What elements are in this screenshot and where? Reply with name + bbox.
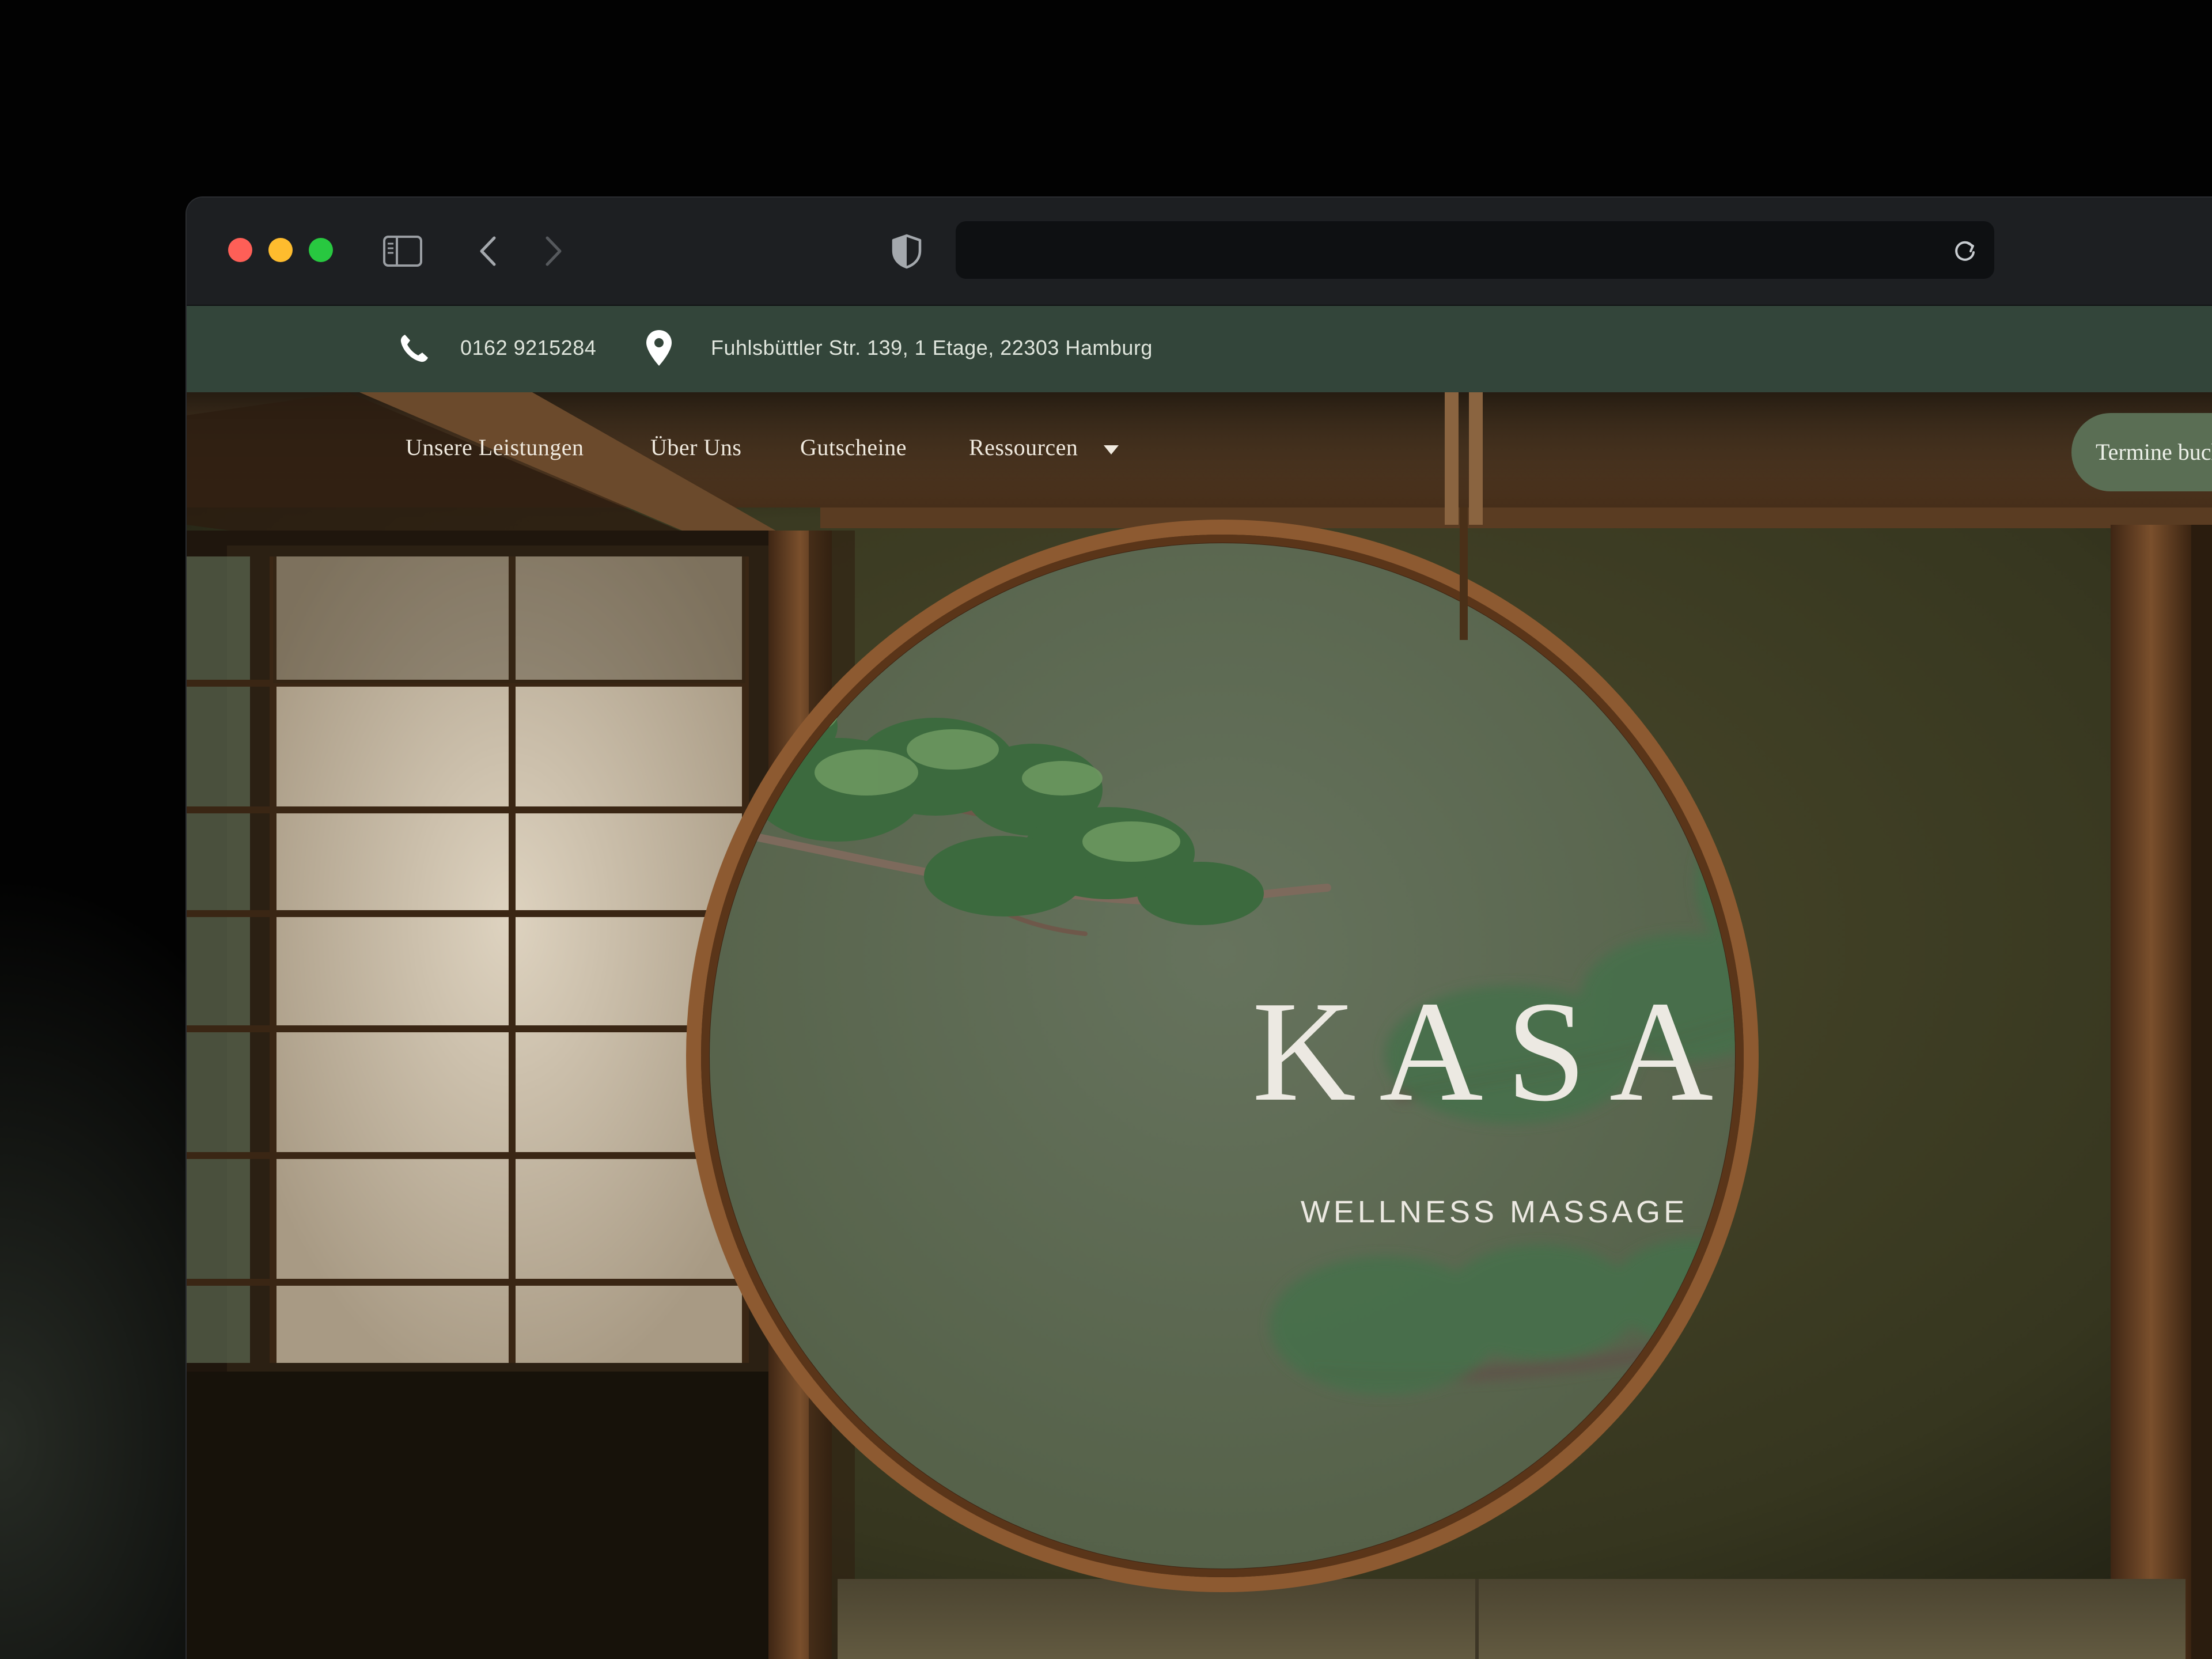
browser-toolbar xyxy=(187,198,2212,306)
contact-bar: 0162 9215284 Fuhlsbüttler Str. 139, 1 Et… xyxy=(187,306,2212,392)
hero-background-image xyxy=(187,392,2212,1659)
nav-item-unsere-leistungen[interactable]: Unsere Leistungen xyxy=(406,434,584,461)
brand-logo-title: KASA xyxy=(1252,972,1737,1131)
phone-icon xyxy=(400,335,428,362)
address-text[interactable]: Fuhlsbüttler Str. 139, 1 Etage, 22303 Ha… xyxy=(711,336,1153,360)
nav-item-gutscheine[interactable]: Gutscheine xyxy=(800,434,907,461)
shield-icon[interactable] xyxy=(887,231,927,271)
book-appointment-button[interactable]: Termine buchen xyxy=(2071,413,2212,491)
backdrop: 0162 9215284 Fuhlsbüttler Str. 139, 1 Et… xyxy=(0,0,2212,1659)
caret-down-icon[interactable] xyxy=(1104,445,1119,454)
sidebar-icon[interactable] xyxy=(382,231,423,271)
browser-window: 0162 9215284 Fuhlsbüttler Str. 139, 1 Et… xyxy=(187,198,2212,1659)
location-pin-icon xyxy=(646,330,672,366)
brand-logo-subtitle: WELLNESS MASSAGE xyxy=(1300,1195,1688,1229)
close-window-button[interactable] xyxy=(228,238,252,262)
nav-item-ueber-uns[interactable]: Über Uns xyxy=(650,434,741,461)
minimize-window-button[interactable] xyxy=(268,238,293,262)
main-navigation: Unsere Leistungen Über Uns Gutscheine Re… xyxy=(187,392,2212,513)
chevron-left-icon[interactable] xyxy=(469,231,509,271)
maximize-window-button[interactable] xyxy=(309,238,333,262)
address-bar[interactable] xyxy=(956,221,1994,279)
hero-section: Unsere Leistungen Über Uns Gutscheine Re… xyxy=(187,392,2212,1659)
reload-icon[interactable] xyxy=(1950,236,1979,265)
phone-number[interactable]: 0162 9215284 xyxy=(460,336,596,360)
webpage: 0162 9215284 Fuhlsbüttler Str. 139, 1 Et… xyxy=(187,306,2212,1659)
nav-item-ressourcen[interactable]: Ressourcen xyxy=(969,434,1078,461)
chevron-right-icon[interactable] xyxy=(532,231,573,271)
